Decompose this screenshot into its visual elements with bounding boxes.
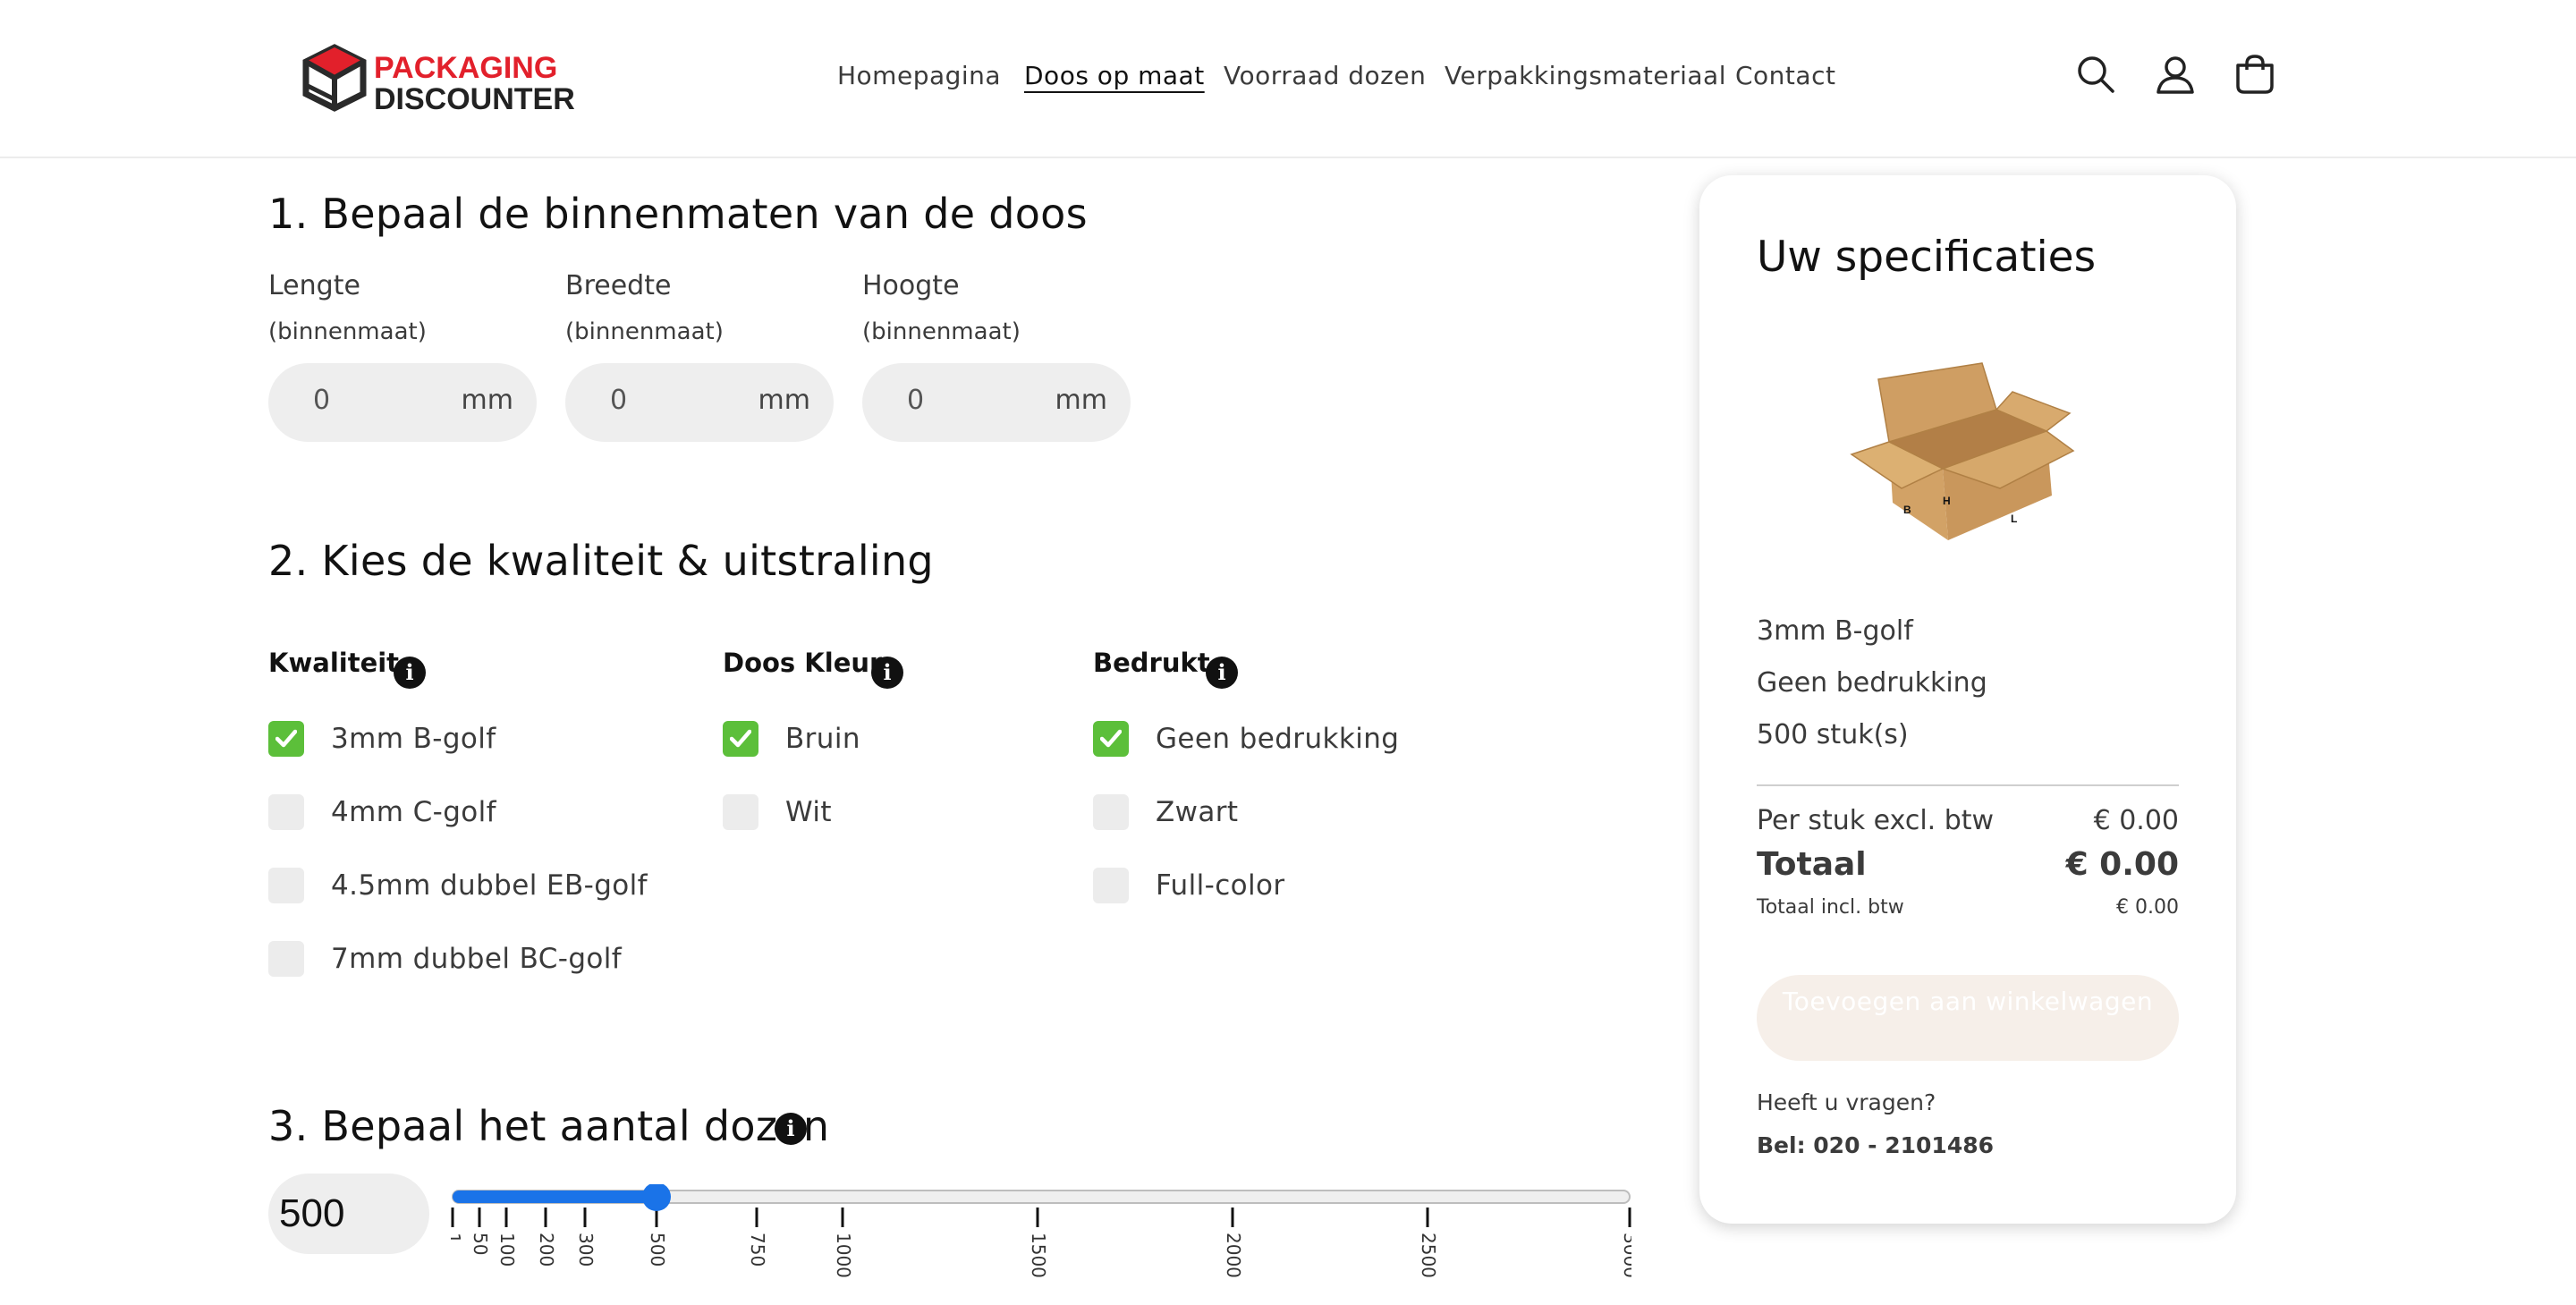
option-label: 7mm dubbel BC-golf bbox=[331, 943, 623, 975]
total-incl-label: Totaal incl. btw bbox=[1757, 896, 1904, 919]
per-piece-value: € 0.00 bbox=[2093, 805, 2179, 836]
field-sublabel: (binnenmaat) bbox=[565, 318, 724, 345]
field-sublabel: (binnenmaat) bbox=[862, 318, 1021, 345]
checkmark-icon bbox=[275, 729, 297, 748]
step3-title: 3. Bepaal het aantal dozen bbox=[268, 1102, 830, 1150]
box-illustration: B H L bbox=[1850, 362, 2075, 540]
unit-label: mm bbox=[461, 385, 513, 416]
checkbox[interactable] bbox=[268, 794, 304, 830]
field-label: Lengte bbox=[268, 270, 360, 301]
total-value: € 0.00 bbox=[2065, 846, 2179, 883]
checkbox[interactable] bbox=[1093, 794, 1129, 830]
group-title-bedrukt: Bedrukt bbox=[1093, 648, 1210, 678]
site-header: PACKAGING DISCOUNTER Homepagina Doos op … bbox=[0, 0, 2576, 158]
option-label: Bruin bbox=[785, 723, 860, 755]
checkbox[interactable] bbox=[1093, 868, 1129, 903]
option-label: 4.5mm dubbel EB-golf bbox=[331, 869, 648, 902]
box-label-h: H bbox=[1943, 495, 1951, 507]
total-row: Totaal € 0.00 bbox=[1757, 846, 2179, 887]
slider-thumb[interactable] bbox=[642, 1184, 671, 1211]
info-icon[interactable]: i bbox=[394, 657, 426, 689]
nav-voorraad-dozen[interactable]: Voorraad dozen bbox=[1224, 61, 1426, 90]
option-label: Geen bedrukking bbox=[1156, 723, 1400, 755]
slider-tick-label: 200 bbox=[536, 1233, 557, 1267]
option-label: Full-color bbox=[1156, 869, 1285, 902]
nav-doos-op-maat[interactable]: Doos op maat bbox=[1024, 61, 1205, 90]
slider-tick-label: 500 bbox=[647, 1233, 668, 1267]
help-question: Heeft u vragen? bbox=[1757, 1089, 1936, 1115]
per-piece-row: Per stuk excl. btw € 0.00 bbox=[1757, 805, 2179, 841]
input-value: 0 bbox=[610, 385, 628, 416]
checkbox[interactable] bbox=[723, 794, 758, 830]
info-icon[interactable]: i bbox=[1206, 657, 1238, 689]
box-label-b: B bbox=[1903, 504, 1911, 516]
slider-tick-label: 1000 bbox=[833, 1233, 854, 1278]
checkmark-icon bbox=[730, 729, 751, 748]
checkbox[interactable] bbox=[268, 941, 304, 977]
option-label: 3mm B-golf bbox=[331, 723, 496, 755]
field-label: Breedte bbox=[565, 270, 672, 301]
input-value: 0 bbox=[313, 385, 331, 416]
total-incl-value: € 0.00 bbox=[2116, 896, 2179, 919]
spec-quality: 3mm B-golf bbox=[1757, 615, 1913, 647]
per-piece-label: Per stuk excl. btw bbox=[1757, 805, 1995, 836]
total-incl-row: Totaal incl. btw € 0.00 bbox=[1757, 896, 2179, 923]
slider-tick-label: 2000 bbox=[1223, 1233, 1244, 1278]
info-icon[interactable]: i bbox=[775, 1113, 807, 1145]
info-icon[interactable]: i bbox=[871, 657, 903, 689]
option-label: 4mm C-golf bbox=[331, 796, 496, 828]
quantity-slider[interactable]: 1 50100 200 300 500 750 1000 1500 2000 2500 3000 bbox=[451, 1184, 1631, 1305]
account-icon[interactable] bbox=[2155, 54, 2196, 95]
quantity-input[interactable]: 500 bbox=[268, 1174, 429, 1254]
card-title: Uw specificaties bbox=[1757, 233, 2097, 282]
quantity-value: 500 bbox=[279, 1191, 345, 1235]
spec-print: Geen bedrukking bbox=[1757, 667, 1987, 699]
nav-verpakkingsmateriaal[interactable]: Verpakkingsmateriaal bbox=[1445, 61, 1726, 90]
height-input[interactable]: 0 mm bbox=[862, 363, 1131, 442]
slider-tick-label: 50 bbox=[470, 1233, 491, 1255]
width-input[interactable]: 0 mm bbox=[565, 363, 834, 442]
step1-title: 1. Bepaal de binnenmaten van de doos bbox=[268, 190, 1088, 238]
total-label: Totaal bbox=[1757, 846, 1867, 883]
nav-homepagina[interactable]: Homepagina bbox=[837, 61, 1001, 90]
specifications-card: Uw specificaties B H L 3mm B-golf Geen b… bbox=[1699, 175, 2236, 1224]
checkbox-checked[interactable] bbox=[268, 721, 304, 757]
divider bbox=[1757, 784, 2179, 786]
slider-ticks: 1 50100 200 300 500 750 1000 1500 2000 2500 3000 bbox=[451, 1208, 1631, 1278]
slider-tick-label: 100 bbox=[496, 1233, 518, 1267]
help-phone[interactable]: Bel: 020 - 2101486 bbox=[1757, 1132, 1994, 1158]
slider-tick-label: 3000 bbox=[1620, 1233, 1631, 1278]
checkbox-checked[interactable] bbox=[1093, 721, 1129, 757]
option-label: Wit bbox=[785, 796, 832, 828]
unit-label: mm bbox=[1055, 385, 1107, 416]
step2-title: 2. Kies de kwaliteit & uitstraling bbox=[268, 537, 934, 585]
field-label: Hoogte bbox=[862, 270, 960, 301]
search-icon[interactable] bbox=[2075, 54, 2116, 95]
slider-tick-label: 1 bbox=[451, 1233, 464, 1244]
option-label: Zwart bbox=[1156, 796, 1239, 828]
slider-tick-label: 1500 bbox=[1028, 1233, 1049, 1278]
checkmark-icon bbox=[1100, 729, 1122, 748]
add-to-cart-button[interactable]: Toevoegen aan winkelwagen bbox=[1757, 975, 2179, 1061]
slider-tick-label: 300 bbox=[575, 1233, 597, 1267]
checkbox-checked[interactable] bbox=[723, 721, 758, 757]
nav-contact[interactable]: Contact bbox=[1735, 61, 1835, 90]
group-title-kwaliteit: Kwaliteit bbox=[268, 648, 400, 678]
box-label-l: L bbox=[2011, 513, 2017, 525]
group-title-doos-kleur: Doos Kleur bbox=[723, 648, 883, 678]
slider-tick-label: 750 bbox=[747, 1233, 768, 1267]
slider-tick-label: 2500 bbox=[1418, 1233, 1439, 1278]
unit-label: mm bbox=[758, 385, 810, 416]
field-sublabel: (binnenmaat) bbox=[268, 318, 427, 345]
cart-icon[interactable] bbox=[2234, 54, 2275, 95]
slider-fill bbox=[453, 1191, 658, 1203]
checkbox[interactable] bbox=[268, 868, 304, 903]
spec-quantity: 500 stuk(s) bbox=[1757, 719, 1909, 750]
input-value: 0 bbox=[907, 385, 925, 416]
length-input[interactable]: 0 mm bbox=[268, 363, 537, 442]
